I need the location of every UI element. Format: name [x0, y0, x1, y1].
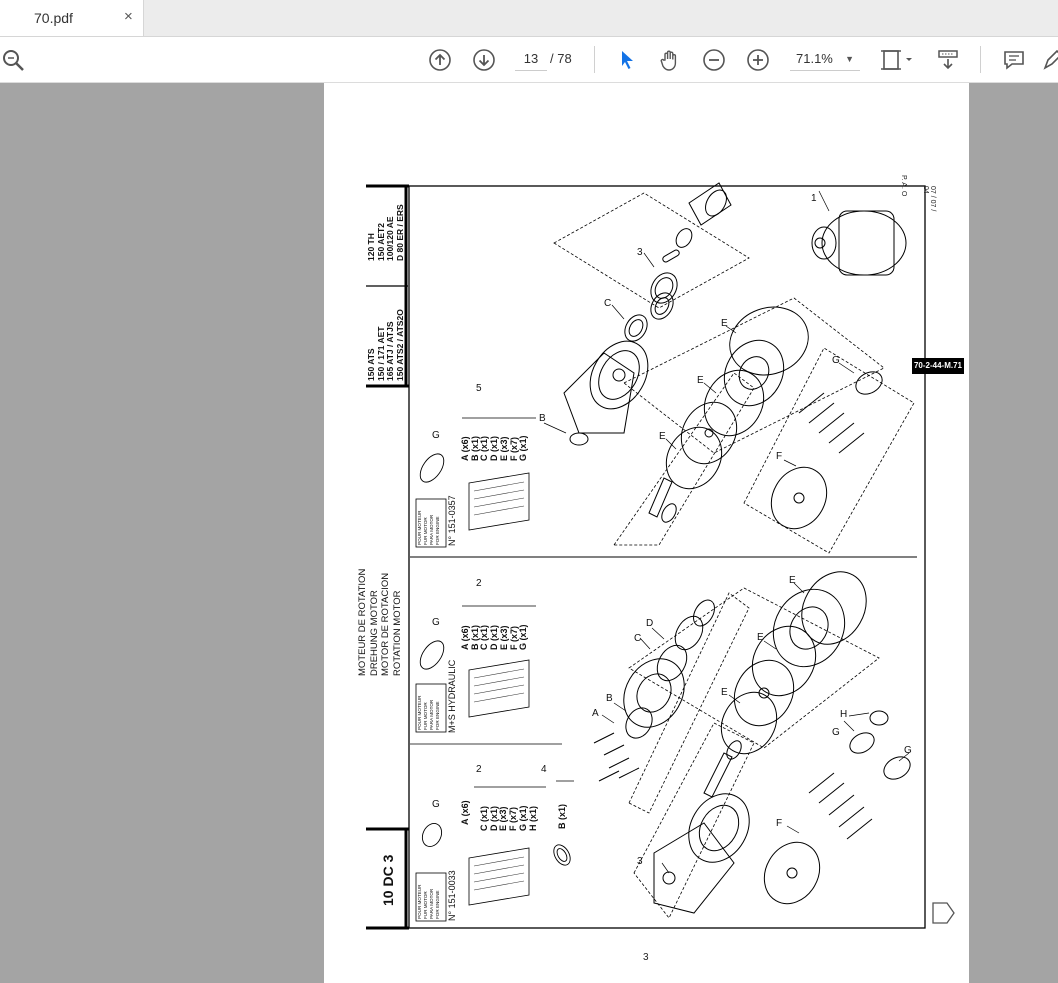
- title-line: DREHUNG MOTOR: [368, 590, 380, 676]
- callout-3: 3: [637, 247, 643, 258]
- model-line: D 80 ER / ERS: [394, 204, 405, 261]
- callout-e: E: [721, 687, 728, 698]
- callout-e: E: [757, 632, 764, 643]
- callout-b: B: [539, 413, 546, 424]
- label-line: FOR ENGINE: [435, 701, 440, 730]
- callout-e: E: [721, 318, 728, 329]
- label-box-mid: POUR MOTEUR FUR MOTOR PARA MOTOR FOR ENGINE: [417, 696, 441, 730]
- divider: [594, 46, 595, 73]
- scroll-mode-icon[interactable]: [935, 47, 961, 73]
- callout-2: 2: [476, 764, 482, 775]
- callout-f: F: [776, 451, 783, 462]
- kit-prefix: N°: [447, 910, 457, 921]
- comment-icon[interactable]: [1001, 47, 1027, 73]
- callout-2: 2: [476, 578, 482, 589]
- pdf-page: 10 DC 3 150 ATS 150 / 171 AET 165 ATJ / …: [324, 83, 969, 983]
- parts-list-right: A (x6) B (x1) C (x1) D (x1) E (x3) F (x7) G (x…: [460, 435, 529, 461]
- callout-e: E: [789, 575, 796, 586]
- callout-g: G: [832, 355, 840, 366]
- parts-item: G (x1): [518, 435, 529, 461]
- model-list-mid: 150 ATS 150 / 171 AET 165 ATJ / ATJS 150…: [366, 309, 405, 381]
- arrow-down-icon[interactable]: [471, 47, 497, 73]
- title-line: MOTOR DE ROTACION: [380, 572, 391, 676]
- fit-page-icon[interactable]: [880, 47, 916, 73]
- title-line: ROTATION MOTOR: [391, 590, 403, 677]
- page-number-input[interactable]: 13: [515, 48, 547, 71]
- revision-date: 07 / 07 / 04: [922, 186, 936, 212]
- parts-item: G (x1): [518, 624, 529, 650]
- label-box-right: POUR MOTEUR FUR MOTOR PARA MOTOR FOR ENGINE: [417, 511, 441, 545]
- page-title: MOTEUR DE ROTATION DREHUNG MOTOR MOTOR D…: [357, 569, 403, 676]
- callout-g: G: [432, 799, 440, 810]
- page-footer-number: 3: [643, 952, 649, 963]
- callout-4: 4: [541, 764, 547, 775]
- parts-list-mid: A (x6) B (x1) C (x1) D (x1) E (x3) F (x7) G (x…: [460, 624, 529, 650]
- callout-f: F: [776, 818, 783, 829]
- title-line: MOTEUR DE ROTATION: [357, 568, 368, 676]
- parts-list-left: C (x1) D (x1) E (x3) F (x7) G (x1) H (x1): [479, 805, 538, 831]
- toolbar: 13 / 78 71.1% ▼: [0, 37, 1058, 83]
- document-viewer[interactable]: 10 DC 3 150 ATS 150 / 171 AET 165 ATJ / …: [0, 83, 1058, 983]
- callout-e: E: [659, 431, 666, 442]
- pointer-icon[interactable]: [614, 47, 640, 73]
- kit-code: 151-0033: [447, 870, 457, 909]
- callout-e: E: [697, 375, 704, 386]
- divider: [980, 46, 981, 73]
- kit-number-left: N° 151-0033: [447, 870, 457, 921]
- callout-d: D: [646, 618, 654, 629]
- close-icon[interactable]: ×: [124, 8, 133, 25]
- tab-title: 70.pdf: [34, 10, 73, 26]
- tab-bar: 70.pdf ×: [0, 0, 1058, 37]
- callout-h: H: [840, 709, 848, 720]
- hand-icon[interactable]: [657, 47, 683, 73]
- model-header-left: 10 DC 3: [380, 854, 396, 906]
- callout-b: B: [606, 693, 613, 704]
- kit-code: 151-0357: [447, 495, 457, 534]
- chevron-down-icon: ▼: [845, 54, 854, 64]
- label-line: FOR ENGINE: [435, 890, 440, 919]
- callout-g: G: [432, 430, 440, 441]
- model-list-right: 120 TH 150 AET2 100/120 AE D 80 ER / ERS: [366, 204, 405, 261]
- arrow-up-icon[interactable]: [427, 47, 453, 73]
- callout-g: G: [832, 727, 840, 738]
- zoom-out-icon[interactable]: [701, 47, 727, 73]
- model-line: 150 ATS2 / ATS2O: [394, 309, 405, 381]
- zoom-in-icon[interactable]: [745, 47, 771, 73]
- pen-icon[interactable]: [1040, 47, 1058, 73]
- kit-prefix: N°: [447, 535, 457, 546]
- callout-a: A: [592, 708, 599, 719]
- pao-note: P. A. O: [900, 175, 907, 197]
- zoom-value: 71.1%: [796, 51, 833, 66]
- callout-3: 3: [637, 856, 643, 867]
- page-total: / 78: [550, 51, 572, 66]
- parts-list-left-a: A (x6): [460, 800, 470, 825]
- callout-1: 1: [811, 193, 817, 204]
- label-box-left: POUR MOTEUR FUR MOTOR PARA MOTOR FOR ENGINE: [417, 885, 441, 919]
- callout-g: G: [432, 617, 440, 628]
- kit-number-mid: M+S HYDRAULIC: [447, 659, 457, 733]
- document-tab[interactable]: 70.pdf ×: [0, 0, 144, 36]
- parts-item: H (x1): [527, 805, 538, 831]
- kit-number-right: N° 151-0357: [447, 495, 457, 546]
- callout-5: 5: [476, 383, 482, 394]
- document-code-badge: 70-2-44-M.71: [912, 358, 964, 374]
- zoom-select[interactable]: 71.1% ▼: [790, 48, 860, 71]
- search-icon[interactable]: [0, 47, 26, 73]
- label-line: FOR ENGINE: [435, 516, 440, 545]
- callout-c: C: [604, 298, 612, 309]
- callout-c: C: [634, 633, 642, 644]
- callout-g: G: [904, 745, 912, 756]
- parts-list-left-b: B (x1): [557, 803, 567, 829]
